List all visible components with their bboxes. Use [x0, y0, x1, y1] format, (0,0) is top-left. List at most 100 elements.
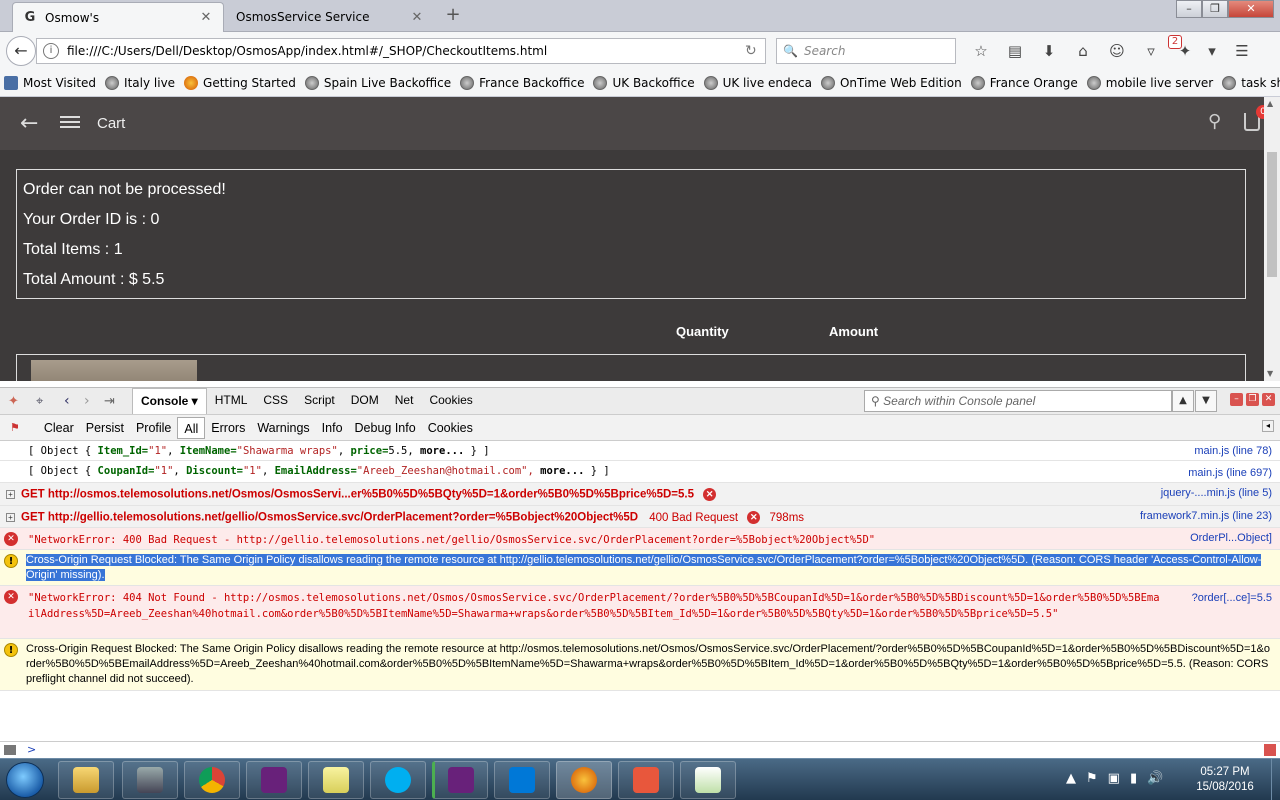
expand-icon[interactable]: +: [6, 513, 15, 522]
bookmark-most-visited[interactable]: Most Visited: [4, 76, 96, 90]
visual-studio-icon[interactable]: [246, 761, 302, 799]
chrome-icon[interactable]: [184, 761, 240, 799]
vscode-icon[interactable]: [494, 761, 550, 799]
minimize-panel-icon[interactable]: –: [1230, 393, 1243, 406]
back-arrow-icon[interactable]: ←: [6, 36, 36, 66]
tools-icon[interactable]: [122, 761, 178, 799]
filter-all[interactable]: All: [177, 416, 206, 439]
tab-net[interactable]: Net: [387, 388, 422, 414]
download-icon[interactable]: ⬇: [1032, 40, 1066, 62]
search-icon[interactable]: ⚲: [1208, 111, 1221, 132]
back-arrow-icon[interactable]: ←: [20, 111, 38, 136]
explorer-icon[interactable]: [58, 761, 114, 799]
bookmark-mobile-live[interactable]: mobile live server: [1086, 76, 1213, 90]
indent-list-icon[interactable]: ⇥: [104, 394, 132, 409]
bookmark-getting-started[interactable]: Getting Started: [184, 76, 296, 90]
bookmark-uk-backoffice[interactable]: UK Backoffice: [593, 76, 695, 90]
forward-nav-icon[interactable]: ›: [84, 393, 104, 409]
tab-cookies[interactable]: Cookies: [421, 388, 480, 414]
close-tab-icon[interactable]: ✕: [199, 10, 213, 25]
volume-icon[interactable]: 🔊: [1147, 771, 1163, 786]
visual-studio-2-icon[interactable]: [432, 761, 488, 799]
source-link[interactable]: main.js (line 697): [1188, 467, 1272, 479]
filter-info[interactable]: Info: [316, 417, 349, 439]
scroll-up-icon[interactable]: ▲: [1267, 99, 1273, 108]
skype-icon[interactable]: [370, 761, 426, 799]
close-panel-icon[interactable]: ✕: [1262, 393, 1275, 406]
more-link[interactable]: more...: [540, 465, 584, 477]
log-entry-request[interactable]: + GET http://gellio.telemosolutions.net/…: [0, 506, 1280, 528]
bookmark-france-orange[interactable]: France Orange: [970, 76, 1078, 90]
pocket-icon[interactable]: ▿: [1134, 40, 1168, 62]
address-bar[interactable]: i file:///C:/Users/Dell/Desktop/OsmosApp…: [36, 38, 766, 64]
filter-debug-info[interactable]: Debug Info: [349, 417, 422, 439]
scrollbar-thumb[interactable]: [1267, 152, 1277, 277]
close-tab-icon[interactable]: ✕: [410, 10, 424, 25]
system-clock[interactable]: 05:27 PM 15/08/2016: [1180, 765, 1270, 795]
firebug-options-icon[interactable]: ⚑: [4, 417, 26, 439]
page-scrollbar[interactable]: ▲ ▼: [1264, 97, 1280, 381]
profile-button[interactable]: Profile: [130, 417, 177, 439]
reading-list-icon[interactable]: ▤: [998, 40, 1032, 62]
source-link[interactable]: ?order[...ce]=5.5: [1192, 592, 1272, 604]
firebug-icon[interactable]: ✦: [8, 394, 26, 409]
tab-osmows[interactable]: G Osmow's ✕: [12, 2, 224, 32]
console-command-line[interactable]: >: [0, 741, 1280, 758]
bookmark-star-icon[interactable]: ☆: [964, 40, 998, 62]
bookmark-uk-live-endeca[interactable]: UK live endeca: [703, 76, 812, 90]
bookmark-ontime[interactable]: OnTime Web Edition: [820, 76, 962, 90]
bookmark-spain-live[interactable]: Spain Live Backoffice: [304, 76, 451, 90]
log-entry-request[interactable]: + GET http://osmos.telemosolutions.net/O…: [0, 483, 1280, 506]
menu-icon[interactable]: ☰: [1222, 40, 1262, 62]
more-link[interactable]: more...: [420, 445, 464, 457]
source-link[interactable]: framework7.min.js (line 23): [1140, 510, 1272, 522]
tab-html[interactable]: HTML: [207, 388, 256, 414]
home-icon[interactable]: ⌂: [1066, 40, 1100, 62]
source-link[interactable]: jquery-....min.js (line 5): [1161, 487, 1272, 499]
clear-button[interactable]: Clear: [38, 417, 80, 439]
tab-osmosservice[interactable]: OsmosService Service ✕: [226, 2, 434, 32]
maximize-icon[interactable]: ❐: [1202, 0, 1228, 18]
tab-css[interactable]: CSS: [255, 388, 296, 414]
firebug-taskbar-icon[interactable]: [618, 761, 674, 799]
filter-errors[interactable]: Errors: [205, 417, 251, 439]
search-input[interactable]: 🔍 Search: [776, 38, 956, 64]
list-menu-icon[interactable]: [60, 113, 80, 131]
notepad-icon[interactable]: [680, 761, 736, 799]
bookmark-italy-live[interactable]: Italy live: [105, 76, 175, 90]
firefox-icon[interactable]: [556, 761, 612, 799]
bookmark-france-backoffice[interactable]: France Backoffice: [460, 76, 584, 90]
collapse-arrow-icon[interactable]: ◂: [1262, 420, 1274, 432]
tab-dom[interactable]: DOM: [343, 388, 387, 414]
filter-cookies[interactable]: Cookies: [422, 417, 479, 439]
detach-panel-icon[interactable]: ❐: [1246, 393, 1259, 406]
info-icon[interactable]: i: [43, 43, 59, 59]
show-desktop-button[interactable]: [1271, 759, 1280, 800]
dropdown-icon[interactable]: ▾: [1202, 40, 1222, 62]
search-next-icon[interactable]: ▼: [1195, 390, 1217, 412]
source-link[interactable]: main.js (line 78): [1194, 445, 1272, 457]
expand-icon[interactable]: +: [6, 490, 15, 499]
persist-button[interactable]: Persist: [80, 417, 130, 439]
command-editor-icon[interactable]: [4, 745, 16, 755]
scroll-down-icon[interactable]: ▼: [1267, 369, 1273, 378]
network-icon[interactable]: ▮: [1130, 771, 1137, 786]
filter-warnings[interactable]: Warnings: [251, 417, 315, 439]
tab-script[interactable]: Script: [296, 388, 343, 414]
url-text[interactable]: file:///C:/Users/Dell/Desktop/OsmosApp/i…: [67, 44, 745, 58]
start-button-icon[interactable]: [6, 762, 44, 798]
inspect-icon[interactable]: ⌖: [36, 394, 58, 409]
error-count-icon[interactable]: [1264, 744, 1276, 756]
tab-console[interactable]: Console ▾: [132, 388, 207, 414]
reload-icon[interactable]: ↻: [745, 43, 765, 59]
source-link[interactable]: OrderPl...Object]: [1190, 532, 1272, 544]
search-prev-icon[interactable]: ▲: [1172, 390, 1194, 412]
console-search-input[interactable]: ⚲ Search within Console panel: [864, 390, 1172, 412]
close-window-icon[interactable]: ✕: [1228, 0, 1274, 18]
chat-icon[interactable]: ☺: [1100, 40, 1134, 62]
bookmark-task-sheet[interactable]: task sheet: [1222, 76, 1280, 90]
tray-arrow-icon[interactable]: ▲: [1066, 771, 1076, 786]
device-icon[interactable]: ▣: [1108, 771, 1120, 786]
minimize-icon[interactable]: –: [1176, 0, 1202, 18]
sticky-notes-icon[interactable]: [308, 761, 364, 799]
